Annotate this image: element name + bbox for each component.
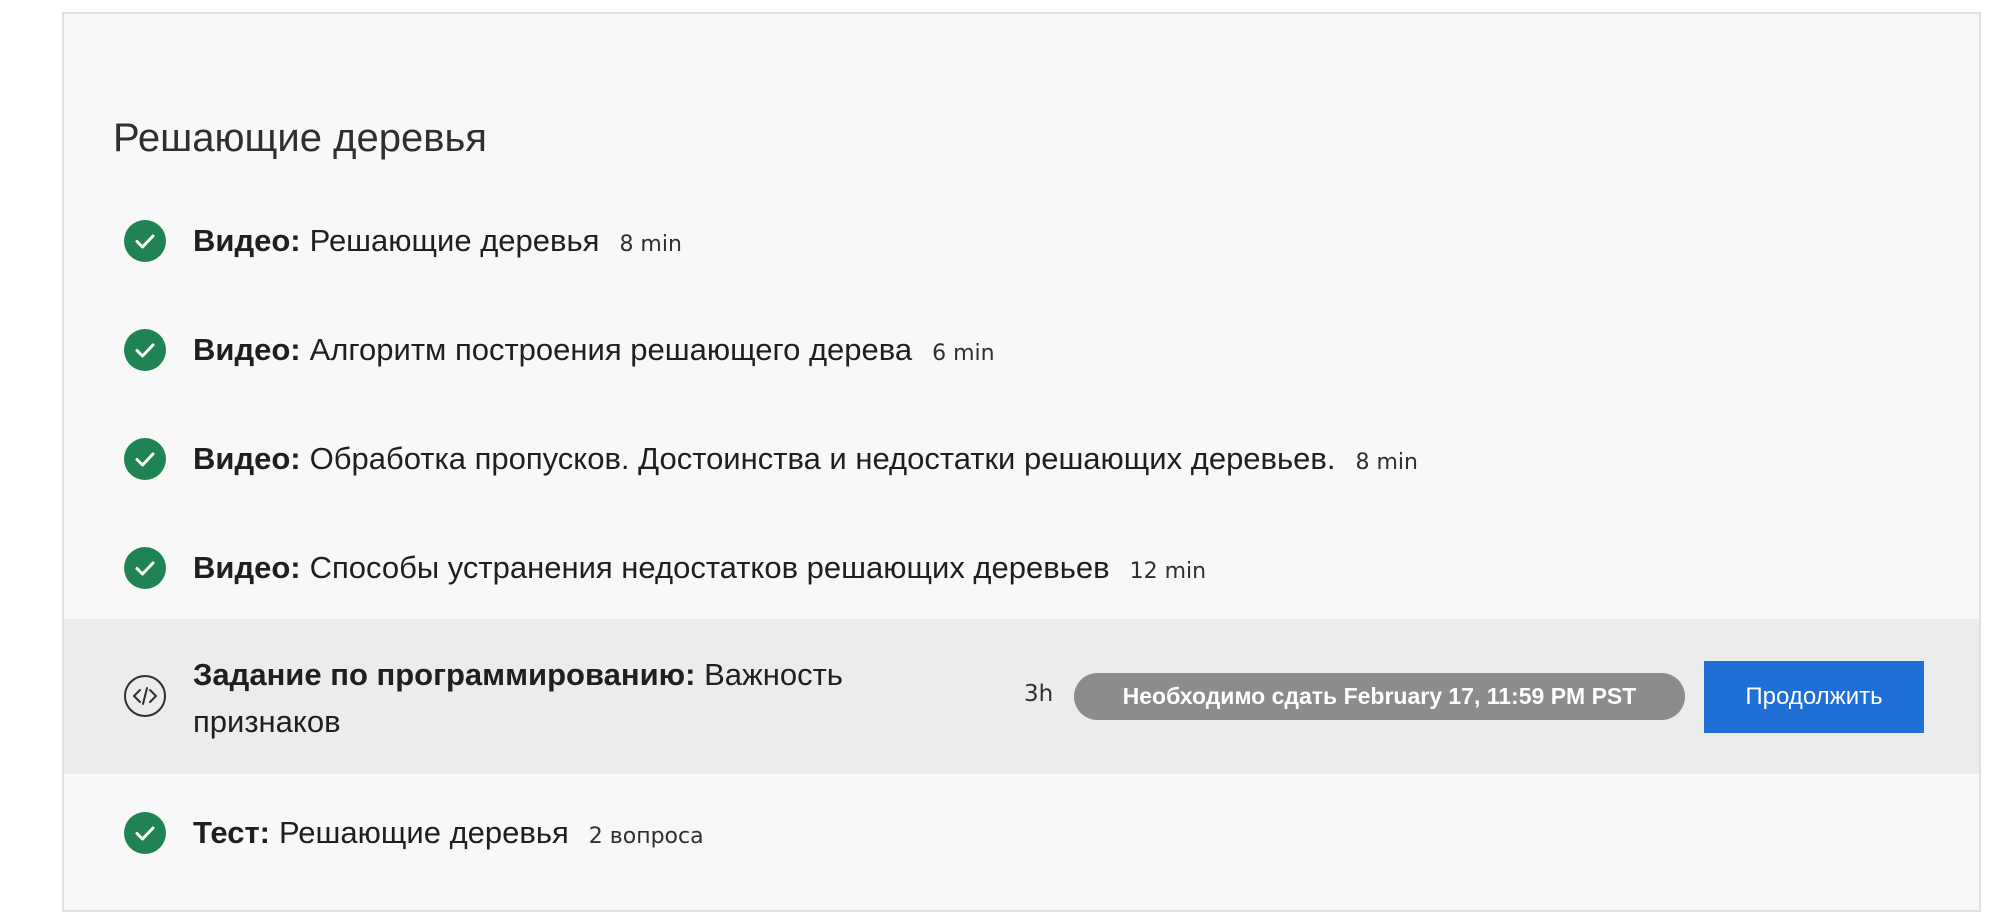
code-icon xyxy=(124,675,166,717)
item-duration: 8 min xyxy=(619,232,682,257)
item-duration: 8 min xyxy=(1355,450,1418,475)
item-title: Решающие деревья xyxy=(309,223,600,258)
item-link[interactable]: Тест: Решающие деревья 2 вопроса xyxy=(193,815,704,851)
item-title: Способы устранения недостатков решающих … xyxy=(309,550,1110,585)
item-duration: 6 min xyxy=(932,341,995,366)
list-item[interactable]: Видео: Способы устранения недостатков ре… xyxy=(64,544,1979,592)
item-title: Алгоритм построения решающего дерева xyxy=(309,332,913,367)
check-icon xyxy=(124,812,166,854)
item-type: Видео: xyxy=(193,332,301,367)
item-link[interactable]: Видео: Обработка пропусков. Достоинства … xyxy=(193,441,1418,477)
list-item[interactable]: Видео: Алгоритм построения решающего дер… xyxy=(64,326,1979,374)
item-duration: 2 вопроса xyxy=(588,824,704,849)
item-link[interactable]: Видео: Решающие деревья 8 min xyxy=(193,223,682,259)
week-module-panel: Решающие деревья Видео: Решающие деревья… xyxy=(62,12,1981,912)
active-assignment-row[interactable]: Задание по программированию: Важность пр… xyxy=(64,619,1979,774)
due-date-badge: Необходимо сдать February 17, 11:59 PM P… xyxy=(1074,673,1685,720)
section-title: Решающие деревья xyxy=(113,116,487,160)
check-icon xyxy=(124,220,166,262)
list-item[interactable]: Тест: Решающие деревья 2 вопроса xyxy=(64,809,1979,857)
item-link[interactable]: Видео: Алгоритм построения решающего дер… xyxy=(193,332,995,368)
item-type: Задание по программированию: xyxy=(193,657,696,692)
check-icon xyxy=(124,547,166,589)
list-item[interactable]: Видео: Решающие деревья 8 min xyxy=(64,217,1979,265)
item-duration: 12 min xyxy=(1129,559,1207,584)
check-icon xyxy=(124,438,166,480)
item-type: Тест: xyxy=(193,815,270,850)
item-type: Видео: xyxy=(193,441,301,476)
item-duration: 3h xyxy=(1024,681,1054,707)
check-icon xyxy=(124,329,166,371)
item-title: Решающие деревья xyxy=(278,815,569,850)
item-link[interactable]: Видео: Способы устранения недостатков ре… xyxy=(193,550,1206,586)
item-type: Видео: xyxy=(193,223,301,258)
item-title: Обработка пропусков. Достоинства и недос… xyxy=(309,441,1336,476)
list-item[interactable]: Видео: Обработка пропусков. Достоинства … xyxy=(64,435,1979,483)
assignment-link[interactable]: Задание по программированию: Важность пр… xyxy=(193,651,913,745)
item-type: Видео: xyxy=(193,550,301,585)
continue-button[interactable]: Продолжить xyxy=(1704,661,1924,733)
